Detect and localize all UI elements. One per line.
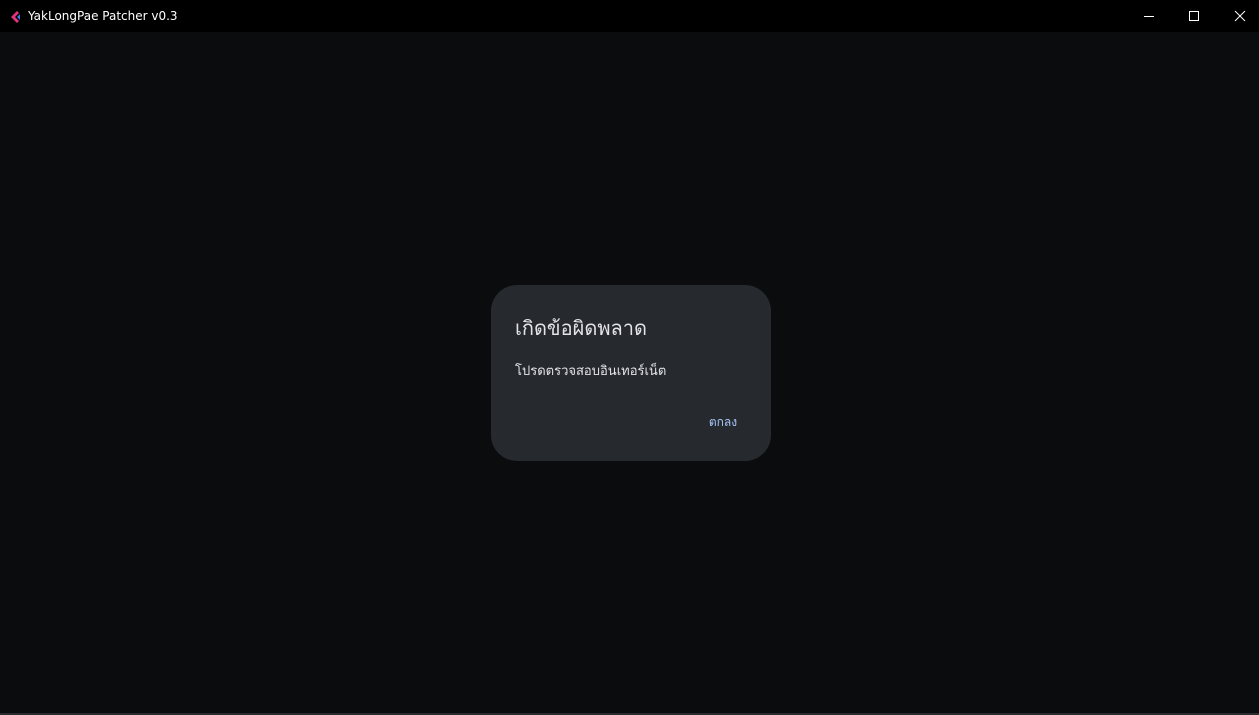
close-button[interactable] <box>1217 0 1259 32</box>
maximize-button[interactable] <box>1171 0 1217 32</box>
minimize-icon <box>1144 16 1154 17</box>
minimize-button[interactable] <box>1126 0 1172 32</box>
dialog-title: เกิดข้อผิดพลาด <box>515 316 647 340</box>
ok-button[interactable]: ตกลง <box>695 410 751 434</box>
app-icon <box>8 9 22 23</box>
dialog-message: โปรดตรวจสอบอินเทอร์เน็ต <box>515 364 667 379</box>
maximize-icon <box>1189 11 1199 21</box>
close-icon <box>1234 10 1246 22</box>
window-titlebar[interactable]: YakLongPae Patcher v0.3 <box>0 0 1259 32</box>
window-title: YakLongPae Patcher v0.3 <box>28 9 178 23</box>
error-dialog: เกิดข้อผิดพลาด โปรดตรวจสอบอินเทอร์เน็ต ต… <box>491 285 771 461</box>
